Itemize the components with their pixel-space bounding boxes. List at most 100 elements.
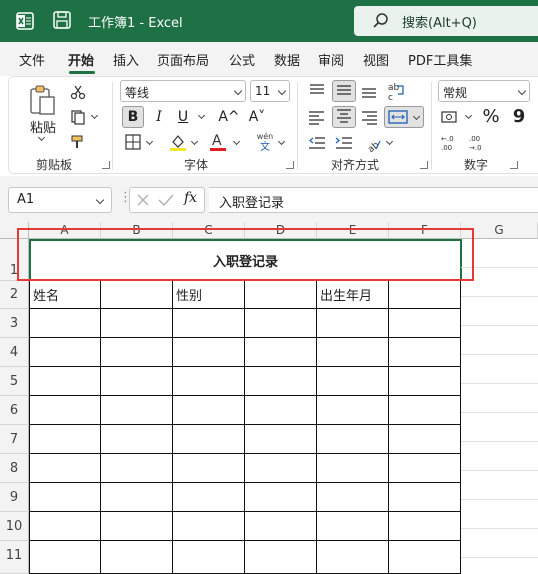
- enter-icon[interactable]: [158, 193, 174, 207]
- align-right-icon[interactable]: [359, 107, 379, 127]
- align-middle-button[interactable]: [332, 80, 356, 102]
- cell[interactable]: [173, 483, 245, 512]
- cell[interactable]: [173, 367, 245, 396]
- cell[interactable]: [29, 425, 101, 454]
- number-format-select[interactable]: 常规: [438, 80, 530, 102]
- font-name-select[interactable]: 等线: [120, 80, 246, 102]
- cell[interactable]: [389, 541, 461, 574]
- cell[interactable]: [173, 512, 245, 541]
- align-bottom-icon[interactable]: [359, 81, 379, 101]
- cell[interactable]: [389, 309, 461, 338]
- cell[interactable]: [29, 396, 101, 425]
- formula-input[interactable]: 入职登记录: [209, 187, 538, 213]
- cell[interactable]: [101, 512, 173, 541]
- paste-icon[interactable]: [28, 84, 58, 116]
- cut-icon[interactable]: [70, 84, 86, 100]
- cell[interactable]: [317, 396, 389, 425]
- align-left-icon[interactable]: [307, 107, 327, 127]
- cell[interactable]: [173, 396, 245, 425]
- cell[interactable]: [317, 425, 389, 454]
- row-header[interactable]: 4: [0, 338, 29, 367]
- cell[interactable]: [317, 454, 389, 483]
- phonetic-guide-button[interactable]: wén 文: [254, 131, 276, 155]
- cell[interactable]: [317, 512, 389, 541]
- tab-page-layout[interactable]: 页面布局: [157, 50, 209, 69]
- save-icon[interactable]: [52, 10, 72, 30]
- cell[interactable]: [101, 338, 173, 367]
- decrease-font-button[interactable]: A˅: [246, 106, 268, 128]
- cell[interactable]: 姓名: [29, 281, 101, 309]
- italic-button[interactable]: I: [148, 106, 170, 128]
- cell[interactable]: [29, 367, 101, 396]
- tab-formulas[interactable]: 公式: [229, 50, 255, 69]
- increase-indent-icon[interactable]: [334, 133, 354, 153]
- cell[interactable]: [317, 541, 389, 574]
- tab-review[interactable]: 审阅: [318, 50, 344, 69]
- cell[interactable]: [101, 309, 173, 338]
- currency-icon[interactable]: [440, 107, 462, 127]
- cell[interactable]: [245, 512, 317, 541]
- align-center-button[interactable]: [332, 106, 356, 128]
- cell[interactable]: [29, 483, 101, 512]
- row-header[interactable]: 3: [0, 309, 29, 338]
- cell[interactable]: [29, 541, 101, 574]
- align-top-icon[interactable]: [307, 81, 327, 101]
- row-header[interactable]: 8: [0, 454, 29, 483]
- cell[interactable]: [389, 483, 461, 512]
- cell[interactable]: [317, 338, 389, 367]
- cell[interactable]: [245, 309, 317, 338]
- paste-label[interactable]: 粘贴: [30, 117, 56, 136]
- row-header[interactable]: 5: [0, 367, 29, 396]
- cell[interactable]: [245, 367, 317, 396]
- cell[interactable]: [101, 396, 173, 425]
- font-color-icon[interactable]: A: [208, 131, 228, 153]
- cell[interactable]: [173, 541, 245, 574]
- row-header[interactable]: 11: [0, 541, 29, 574]
- cell[interactable]: [101, 541, 173, 574]
- insert-function-icon[interactable]: fx: [184, 190, 197, 206]
- cell[interactable]: [389, 281, 461, 309]
- cell[interactable]: [245, 454, 317, 483]
- cell[interactable]: [245, 541, 317, 574]
- tab-insert[interactable]: 插入: [113, 50, 139, 69]
- cell[interactable]: [245, 425, 317, 454]
- cell[interactable]: [389, 425, 461, 454]
- cell[interactable]: [389, 396, 461, 425]
- increase-font-button[interactable]: A^: [218, 106, 240, 128]
- number-launcher-icon[interactable]: [510, 161, 518, 169]
- cell[interactable]: [29, 512, 101, 541]
- row-header[interactable]: 9: [0, 483, 29, 512]
- cell[interactable]: [101, 367, 173, 396]
- cell[interactable]: [101, 281, 173, 309]
- row-header[interactable]: 10: [0, 512, 29, 541]
- increase-decimal-icon[interactable]: ←.0 .00: [440, 133, 462, 153]
- row-header[interactable]: 2: [0, 281, 29, 309]
- cell[interactable]: [101, 454, 173, 483]
- cell[interactable]: [317, 367, 389, 396]
- decrease-decimal-icon[interactable]: .00 →.0: [468, 133, 490, 153]
- tab-pdf-tools[interactable]: PDF工具集: [408, 50, 472, 69]
- cell[interactable]: [101, 483, 173, 512]
- cell[interactable]: [173, 338, 245, 367]
- comma-style-button[interactable]: 9: [508, 106, 530, 128]
- percent-button[interactable]: %: [480, 106, 502, 128]
- cell[interactable]: [101, 425, 173, 454]
- cell[interactable]: [173, 309, 245, 338]
- cell[interactable]: [245, 281, 317, 309]
- tab-file[interactable]: 文件: [19, 50, 45, 69]
- row-header[interactable]: 6: [0, 396, 29, 425]
- cell[interactable]: 性别: [173, 281, 245, 309]
- cell[interactable]: [173, 425, 245, 454]
- search-box[interactable]: 搜索(Alt+Q): [354, 6, 538, 36]
- tab-view[interactable]: 视图: [363, 50, 389, 69]
- name-box[interactable]: A1: [8, 187, 112, 213]
- cell[interactable]: [29, 454, 101, 483]
- cell[interactable]: [317, 483, 389, 512]
- bold-button[interactable]: B: [122, 106, 144, 128]
- alignment-launcher-icon[interactable]: [420, 161, 428, 169]
- cell[interactable]: [245, 396, 317, 425]
- cell[interactable]: [389, 512, 461, 541]
- cancel-icon[interactable]: [136, 193, 150, 207]
- copy-icon[interactable]: [70, 109, 86, 125]
- wrap-text-icon[interactable]: ab c: [385, 80, 407, 102]
